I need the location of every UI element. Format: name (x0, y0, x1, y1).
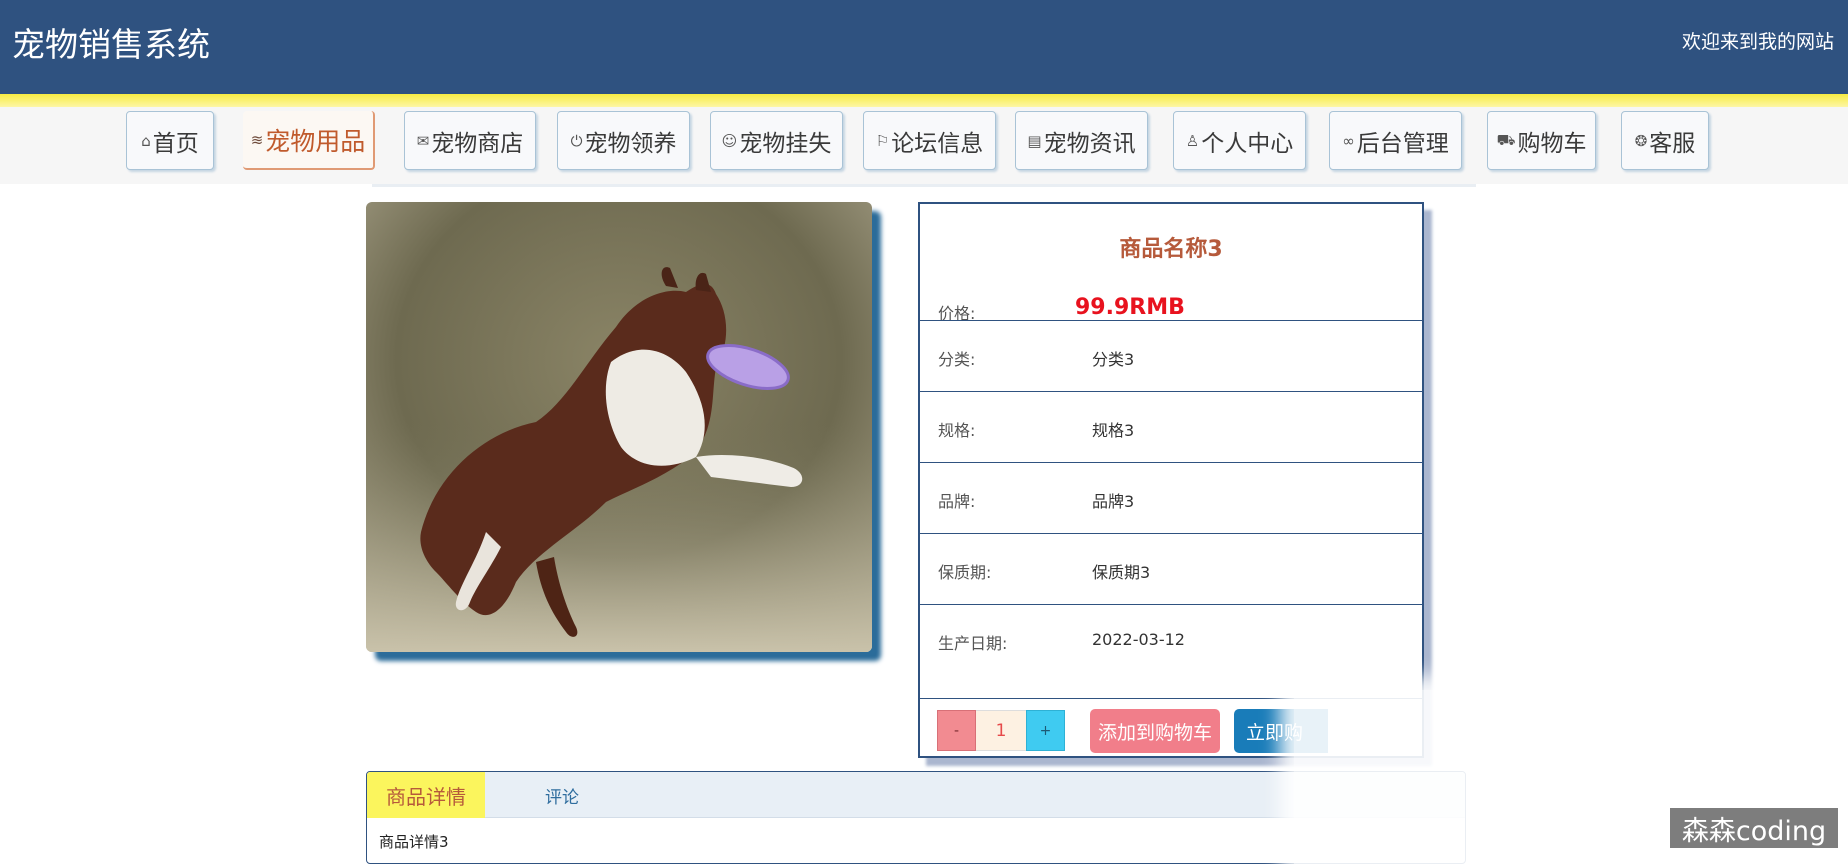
field-row-production-date: 生产日期: 2022-03-12 (920, 604, 1422, 675)
field-row-spec: 规格: 规格3 (920, 391, 1422, 462)
quantity-input[interactable]: 1 (976, 710, 1026, 751)
user-icon: ♙ (1185, 131, 1200, 150)
nav-item-label: 宠物商店 (431, 130, 524, 157)
layers-icon: ≋ (250, 130, 264, 149)
quantity-increase-button[interactable]: + (1026, 710, 1065, 751)
home-icon: ⌂ (141, 131, 151, 150)
site-title: 宠物销售系统 (12, 25, 210, 64)
nav-item-admin[interactable]: ∞ 后台管理 (1329, 111, 1462, 170)
nav-item-pet-store[interactable]: ✉ 宠物商店 (404, 111, 536, 170)
field-label: 规格: (938, 421, 976, 440)
nav-item-pet-lost[interactable]: ☺ 宠物挂失 (710, 111, 843, 170)
link-icon: ∞ (1342, 131, 1355, 150)
field-row-shelf-life: 保质期: 保质期3 (920, 533, 1422, 604)
nav-item-label: 购物车 (1517, 130, 1587, 157)
field-value: 2022-03-12 (1092, 630, 1185, 649)
nav-item-label: 宠物领养 (584, 130, 677, 157)
nav-item-label: 论坛信息 (891, 130, 984, 157)
power-icon: ⏻ (570, 131, 583, 150)
palette-icon: ☺ (721, 131, 738, 150)
nav-item-pet-news[interactable]: ▤ 宠物资讯 (1015, 111, 1148, 170)
field-row-category: 分类: 分类3 (920, 320, 1422, 391)
watermark: 森森coding (1670, 808, 1838, 848)
nav-item-label: 后台管理 (1356, 130, 1449, 157)
nav-divider (372, 184, 1476, 187)
clipboard-icon: ▤ (1027, 131, 1042, 150)
field-label: 生产日期: (938, 634, 1008, 653)
nav-item-label: 宠物资讯 (1043, 130, 1136, 157)
nav-item-forum[interactable]: ⚐ 论坛信息 (863, 111, 996, 170)
cart-icon: ⛟ (1496, 130, 1516, 149)
nav-item-label: 宠物挂失 (739, 130, 832, 157)
blurred-overlay (1294, 690, 1474, 864)
nav-item-label: 首页 (152, 130, 199, 157)
header-accent-strip (0, 94, 1848, 107)
nav-item-label: 客服 (1649, 130, 1696, 157)
nav-item-label: 个人中心 (1201, 130, 1294, 157)
field-value: 分类3 (1092, 350, 1135, 369)
nav-item-pet-adoption[interactable]: ⏻ 宠物领养 (557, 111, 690, 170)
product-name: 商品名称3 (1119, 237, 1223, 262)
nav-item-home[interactable]: ⌂ 首页 (126, 111, 214, 170)
chat-icon: ❂ (1634, 131, 1648, 150)
field-label: 保质期: (938, 563, 992, 582)
tab-comments[interactable]: 评论 (527, 772, 597, 818)
field-row-brand: 品牌: 品牌3 (920, 462, 1422, 533)
field-value: 品牌3 (1092, 492, 1135, 511)
top-header: 宠物销售系统 欢迎来到我的网站 (0, 0, 1848, 94)
add-to-cart-button[interactable]: 添加到购物车 (1090, 709, 1220, 753)
nav-item-pet-supplies[interactable]: ≋ 宠物用品 (243, 111, 375, 170)
product-info-panel: 商品名称3 价格: 99.9RMB 分类: 分类3 规格: 规格3 品牌: 品牌… (918, 202, 1424, 758)
nav-item-label: 宠物用品 (265, 126, 366, 156)
main-nav: ⌂ 首页 ≋ 宠物用品 ✉ 宠物商店 ⏻ 宠物领养 ☺ 宠物挂失 ⚐ 论坛信息 … (0, 107, 1848, 184)
quantity-decrease-button[interactable]: - (937, 710, 976, 751)
nav-item-cart[interactable]: ⛟ 购物车 (1487, 111, 1596, 170)
welcome-text: 欢迎来到我的网站 (1681, 31, 1834, 53)
product-image (366, 202, 872, 652)
nav-item-service[interactable]: ❂ 客服 (1621, 111, 1709, 170)
tab-content-text: 商品详情3 (379, 833, 449, 851)
dog-catching-frisbee-photo (366, 202, 872, 652)
nav-item-personal-center[interactable]: ♙ 个人中心 (1173, 111, 1306, 170)
price-value: 99.9RMB (1075, 295, 1185, 320)
field-value: 保质期3 (1092, 563, 1151, 582)
envelope-icon: ✉ (416, 131, 430, 150)
field-label: 分类: (938, 350, 976, 369)
field-value: 规格3 (1092, 421, 1135, 440)
flag-icon: ⚐ (875, 131, 890, 150)
tab-product-detail[interactable]: 商品详情 (367, 772, 485, 818)
field-label: 品牌: (938, 492, 976, 511)
